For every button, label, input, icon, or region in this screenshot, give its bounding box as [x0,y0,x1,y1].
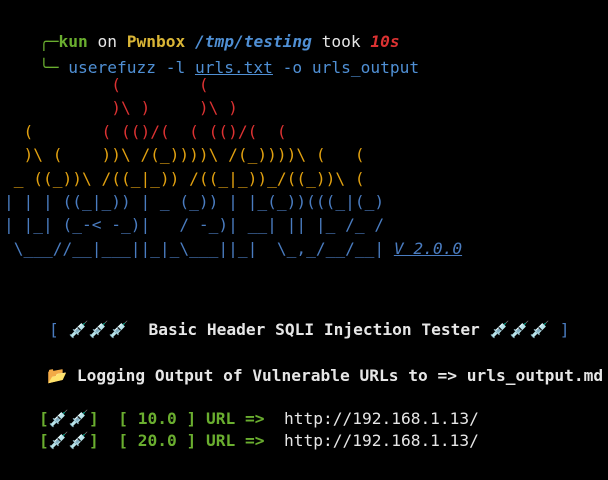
logging-line: 📂 Logging Output of Vulnerable URLs to =… [0,337,603,385]
ascii-banner: ( ( )\ ) )\ ) ( ( (()/( ( (()/( ( )\ ( )… [4,73,462,260]
terminal-window[interactable]: ╭─kun on Pwnbox /tmp/testing took 10s ╰─… [0,0,608,450]
banner-line-3b: ( (()/( ( (()/( ( [101,121,287,141]
banner-line-8: \___//__|___||_|_\___||_| \_,_/__/__| [4,238,385,258]
banner-line-1: ( ( [4,75,209,94]
banner-line-3a: ( [4,121,102,141]
banner-version: V 2.0.0 [393,238,463,258]
prompt-line: ╭─kun on Pwnbox /tmp/testing took 10s [0,3,400,51]
banner-line-6: | | | ((_|_)) | _ (_)) | |_(_))(((_|(_) [4,192,385,212]
banner-line-2: )\ ) )\ ) [4,98,238,118]
tool-header: [ 💉💉💉 Basic Header SQLI Injection Tester… [0,291,570,339]
banner-line-4: )\ ( ))\ /(_))))\ /(_))))\ ( ( [4,145,365,165]
banner-line-7: | |_| (_-< -_)| / -_)| __| || |_ /_ / [4,215,385,235]
result-row: [💉💉] [ 20.0 ] URL => http://192.168.1.13… [0,402,479,450]
banner-line-5: _ ((_))\ /((_|_)) /((_|_))_/((_))\ ( [4,168,365,188]
command-line[interactable]: ╰─ userefuzz -l urls.txt -o urls_output [0,29,419,77]
